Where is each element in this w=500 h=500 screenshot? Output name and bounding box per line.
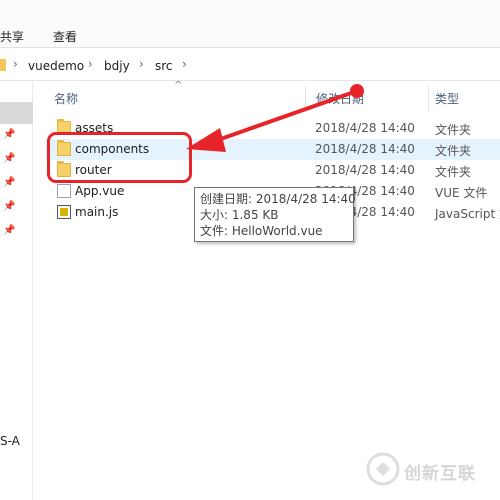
column-header-type[interactable]: 类型 — [435, 90, 459, 107]
file-date: 2018/4/28 14:40 — [315, 163, 415, 177]
tooltip-size: 大小: 1.85 KB — [200, 208, 279, 222]
file-type: VUE 文件 — [435, 186, 488, 200]
breadcrumb-separator[interactable]: › — [88, 57, 93, 71]
folder-icon — [0, 59, 6, 71]
breadcrumb-separator[interactable]: › — [13, 57, 18, 71]
ribbon: 共享 查看 — [0, 0, 500, 48]
navigation-pane[interactable]: 📌 📌 📌 📌 📌 S-A — [0, 82, 33, 500]
breadcrumb-separator[interactable]: › — [182, 57, 187, 71]
column-divider[interactable] — [305, 86, 306, 112]
breadcrumb-separator[interactable]: › — [139, 57, 144, 71]
breadcrumb-vuedemo[interactable]: vuedemo — [28, 59, 84, 73]
tab-view[interactable]: 查看 — [53, 28, 77, 45]
tooltip-created-date: 创建日期: 2018/4/28 14:40 — [200, 192, 356, 206]
pin-icon: 📌 — [3, 177, 16, 188]
pin-icon: 📌 — [3, 225, 16, 236]
tab-share[interactable]: 共享 — [0, 28, 24, 45]
pin-icon: 📌 — [3, 153, 16, 164]
file-type: 文件夹 — [435, 123, 472, 137]
js-file-icon — [57, 205, 71, 219]
watermark-text: 创新互联 — [404, 464, 476, 484]
file-date: 2018/4/28 14:40 — [315, 121, 415, 135]
file-type: JavaScript 文 — [435, 207, 500, 221]
tooltip-file: 文件: HelloWorld.vue — [200, 224, 323, 238]
nav-item-label[interactable]: S-A — [0, 434, 20, 448]
nav-selected-item[interactable] — [0, 102, 33, 124]
annotation-highlight-box — [47, 132, 192, 183]
pin-icon: 📌 — [3, 201, 16, 212]
sort-ascending-icon: ^ — [174, 80, 183, 91]
breadcrumb-bdjy[interactable]: bdjy — [104, 59, 130, 73]
pin-icon: 📌 — [3, 129, 16, 140]
breadcrumb-src[interactable]: src — [155, 59, 173, 73]
vue-file-icon — [57, 184, 71, 198]
file-type: 文件夹 — [435, 144, 472, 158]
file-info-tooltip: 创建日期: 2018/4/28 14:40 大小: 1.85 KB 文件: He… — [194, 187, 356, 242]
logo-icon — [366, 452, 400, 486]
column-header-date[interactable]: 修改日期 — [316, 90, 364, 107]
column-header-name[interactable]: 名称 — [54, 90, 78, 107]
address-bar[interactable]: › vuedemo › bdjy › src › — [0, 51, 500, 81]
file-name: main.js — [75, 205, 119, 219]
file-type: 文件夹 — [435, 165, 472, 179]
column-divider[interactable] — [428, 86, 429, 112]
file-name: App.vue — [75, 184, 125, 198]
file-date: 2018/4/28 14:40 — [315, 142, 415, 156]
watermark: 创新互联 — [364, 450, 500, 490]
